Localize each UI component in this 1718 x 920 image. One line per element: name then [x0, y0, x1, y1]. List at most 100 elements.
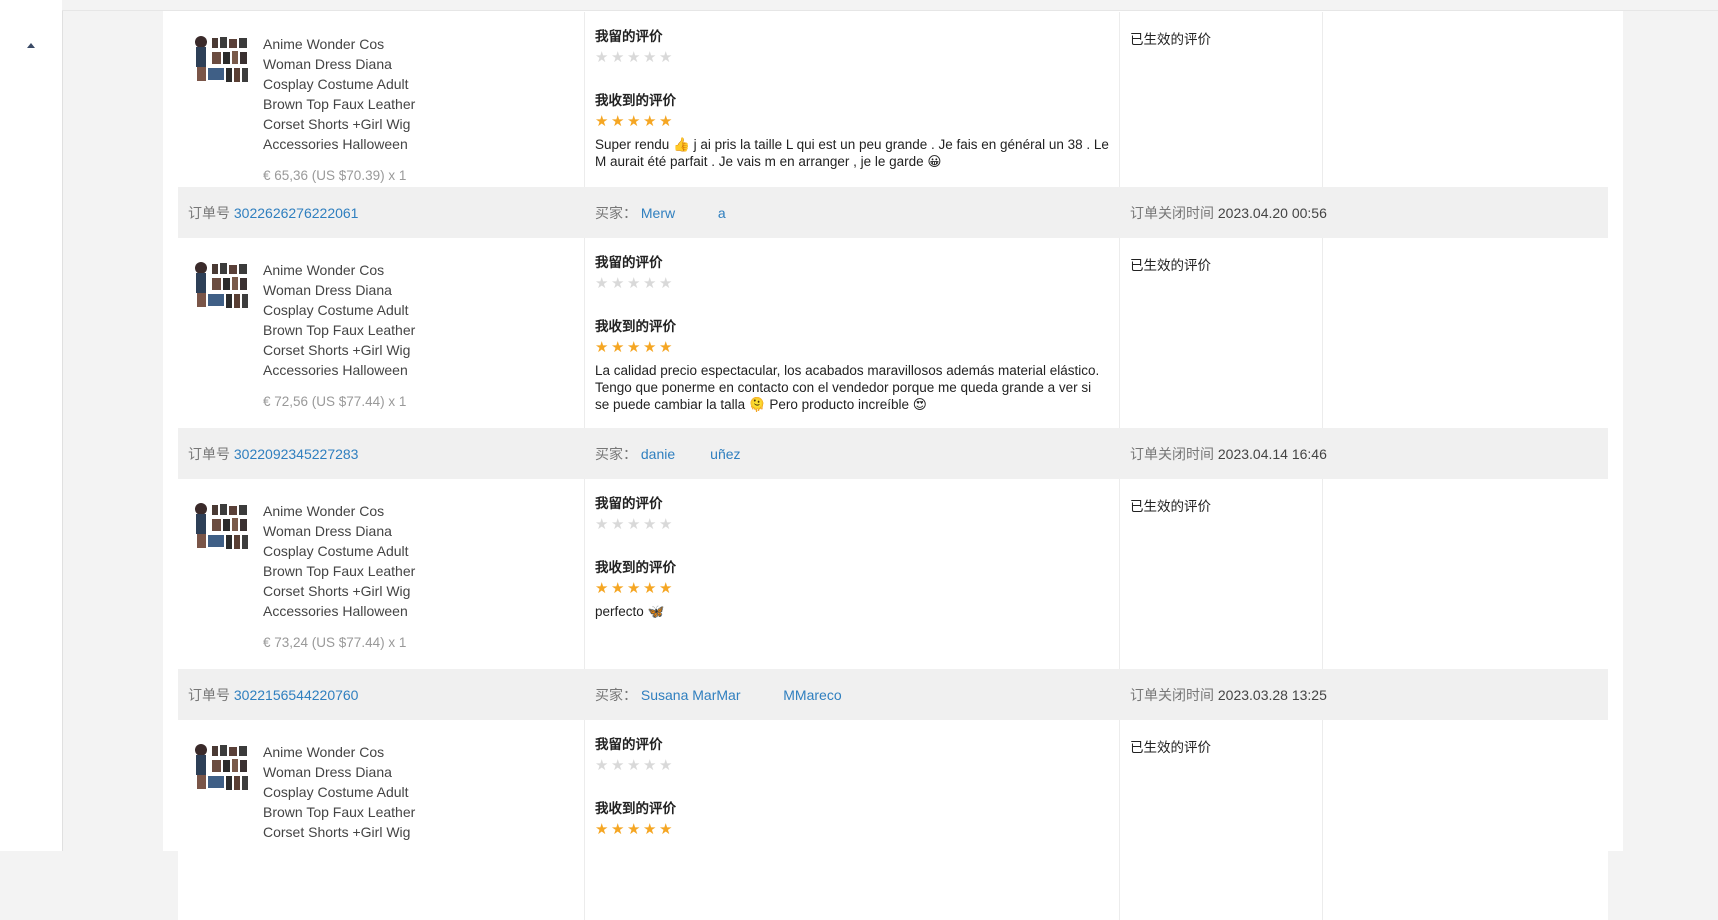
product-thumbnail[interactable] [192, 34, 250, 86]
review-text: perfecto 🦋 [595, 604, 665, 619]
order-body-row: Anime Wonder Cos Woman Dress Diana Cospl… [178, 720, 1608, 920]
star-icon: ★ [595, 516, 609, 533]
my-review-label: 我留的评价 [595, 737, 663, 752]
star-icon: ★ [643, 821, 657, 838]
product-cell: Anime Wonder Cos Woman Dress Diana Cospl… [178, 720, 585, 920]
star-icon: ★ [659, 516, 673, 533]
my-review-label: 我留的评价 [595, 496, 663, 511]
star-icon: ★ [659, 49, 673, 66]
product-price: € 72,56 (US $77.44) x 1 [263, 394, 407, 409]
star-icon: ★ [627, 580, 641, 597]
order-header-row: 订单号 3022156544220760 买家： Susana MarMar MM… [178, 669, 1608, 720]
received-review-label: 我收到的评价 [595, 560, 676, 575]
order-body-row: Anime Wonder Cos Woman Dress Diana Cospl… [178, 12, 1608, 187]
empty-cell [1323, 238, 1608, 428]
product-cell: Anime Wonder Cos Woman Dress Diana Cospl… [178, 12, 585, 187]
star-icon: ★ [611, 821, 625, 838]
product-title[interactable]: Anime Wonder Cos Woman Dress Diana Cospl… [263, 742, 423, 842]
review-text: La calidad precio espectacular, los acab… [595, 363, 1100, 412]
star-icon: ★ [611, 49, 625, 66]
product-title[interactable]: Anime Wonder Cos Woman Dress Diana Cospl… [263, 501, 423, 621]
review-text: Super rendu 👍 j ai pris la taille L qui … [595, 137, 1109, 169]
star-icon: ★ [659, 275, 673, 292]
order-body-row: Anime Wonder Cos Woman Dress Diana Cospl… [178, 479, 1608, 669]
star-icon: ★ [595, 49, 609, 66]
star-icon: ★ [611, 580, 625, 597]
received-review-label: 我收到的评价 [595, 93, 676, 108]
product-thumbnail[interactable] [192, 742, 250, 794]
star-icon: ★ [595, 821, 609, 838]
close-time-value: 2023.04.14 16:46 [1217, 445, 1327, 462]
star-icon: ★ [611, 275, 625, 292]
close-time-value: 2023.03.28 13:25 [1217, 686, 1327, 703]
order-number-link[interactable]: 3022156544220760 [234, 687, 359, 703]
received-rating-stars: ★ ★ ★ ★ ★ [595, 114, 1109, 130]
review-status: 已生效的评价 [1130, 32, 1211, 47]
empty-cell [1323, 479, 1608, 669]
product-title[interactable]: Anime Wonder Cos Woman Dress Diana Cospl… [263, 260, 423, 380]
buyer-name-link[interactable]: danie uñez [641, 446, 741, 462]
review-status: 已生效的评价 [1130, 740, 1211, 755]
status-cell: 已生效的评价 [1120, 720, 1323, 920]
received-review-block: 我收到的评价 ★ ★ ★ ★ ★ Super rendu 👍 j ai pris la ta… [595, 92, 1109, 170]
star-icon: ★ [611, 113, 625, 130]
left-sidebar [0, 0, 63, 851]
star-icon: ★ [627, 113, 641, 130]
buyer-label: 买家： [595, 445, 637, 462]
caret-up-icon[interactable] [24, 38, 38, 52]
my-rating-stars: ★ ★ ★ ★ ★ [595, 50, 1109, 66]
star-icon: ★ [627, 49, 641, 66]
empty-cell [1323, 720, 1608, 920]
star-icon: ★ [627, 275, 641, 292]
received-review-block: 我收到的评价 ★ ★ ★ ★ ★ La calidad precio espectacula… [595, 318, 1109, 413]
empty-cell [1323, 12, 1608, 187]
star-icon: ★ [659, 757, 673, 774]
star-icon: ★ [643, 580, 657, 597]
my-review-label: 我留的评价 [595, 255, 663, 270]
received-rating-stars: ★ ★ ★ ★ ★ [595, 822, 1109, 838]
buyer-name-link[interactable]: Merw a [641, 205, 726, 221]
star-icon: ★ [659, 580, 673, 597]
close-time-label: 订单关闭时间 [1130, 204, 1214, 221]
my-rating-stars: ★ ★ ★ ★ ★ [595, 758, 1109, 774]
product-price: € 73,24 (US $77.44) x 1 [263, 635, 407, 650]
buyer-name-link[interactable]: Susana MarMar MMareco [641, 687, 842, 703]
star-icon: ★ [643, 757, 657, 774]
top-divider [62, 0, 1718, 11]
order-number-link[interactable]: 3022626276222061 [234, 205, 359, 221]
buyer-label: 买家： [595, 686, 637, 703]
star-icon: ★ [611, 757, 625, 774]
product-title[interactable]: Anime Wonder Cos Woman Dress Diana Cospl… [263, 34, 423, 154]
my-rating-stars: ★ ★ ★ ★ ★ [595, 276, 1109, 292]
star-icon: ★ [659, 821, 673, 838]
close-time-cell: 订单关闭时间 2023.04.14 16:46 [1120, 444, 1370, 464]
star-icon: ★ [643, 113, 657, 130]
order-number-cell: 订单号 3022092345227283 [178, 444, 585, 464]
star-icon: ★ [627, 339, 641, 356]
received-rating-stars: ★ ★ ★ ★ ★ [595, 340, 1109, 356]
product-thumbnail[interactable] [192, 260, 250, 312]
status-cell: 已生效的评价 [1120, 12, 1323, 187]
product-cell: Anime Wonder Cos Woman Dress Diana Cospl… [178, 238, 585, 428]
star-icon: ★ [643, 339, 657, 356]
close-time-label: 订单关闭时间 [1130, 445, 1214, 462]
product-thumbnail[interactable] [192, 501, 250, 553]
review-status: 已生效的评价 [1130, 258, 1211, 273]
buyer-cell: 买家： Merw a [585, 203, 1120, 223]
review-cell: 我留的评价 ★ ★ ★ ★ ★ 我收到的评价 ★ ★ ★ ★ ★ perfecto 🦋 [585, 479, 1120, 669]
star-icon: ★ [659, 113, 673, 130]
received-review-label: 我收到的评价 [595, 319, 676, 334]
product-info: Anime Wonder Cos Woman Dress Diana Cospl… [263, 501, 423, 669]
star-icon: ★ [627, 757, 641, 774]
review-status: 已生效的评价 [1130, 499, 1211, 514]
review-cell: 我留的评价 ★ ★ ★ ★ ★ 我收到的评价 ★ ★ ★ ★ ★ [585, 720, 1120, 920]
order-number-link[interactable]: 3022092345227283 [234, 446, 359, 462]
review-cell: 我留的评价 ★ ★ ★ ★ ★ 我收到的评价 ★ ★ ★ ★ ★ Super rendu 👍 j ai … [585, 12, 1120, 187]
order-number-label: 订单号 [188, 204, 230, 221]
order-body-row: Anime Wonder Cos Woman Dress Diana Cospl… [178, 238, 1608, 428]
product-price: € 65,36 (US $70.39) x 1 [263, 168, 407, 183]
buyer-label: 买家： [595, 204, 637, 221]
product-info: Anime Wonder Cos Woman Dress Diana Cospl… [263, 34, 423, 187]
order-number-label: 订单号 [188, 445, 230, 462]
close-time-value: 2023.04.20 00:56 [1217, 204, 1327, 221]
